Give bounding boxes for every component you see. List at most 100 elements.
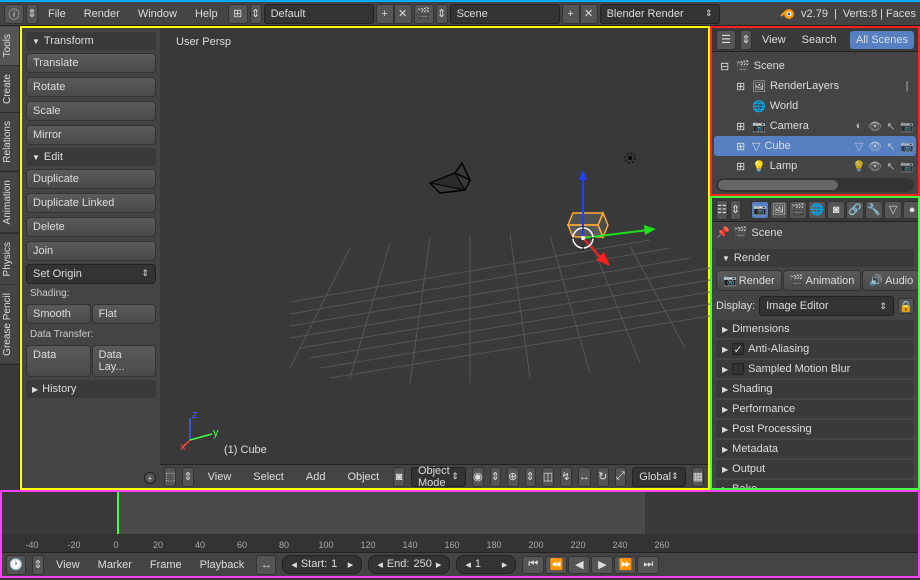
restrict-icon[interactable]: ▽ xyxy=(852,140,866,153)
rotate-button[interactable]: Rotate xyxy=(26,77,156,97)
orientation-selector[interactable]: Global⇕ xyxy=(632,467,685,487)
tree-row[interactable]: 🌐World xyxy=(714,96,916,116)
tl-menu-view[interactable]: View xyxy=(50,556,86,574)
layout-icon[interactable]: ⊞ xyxy=(228,4,248,24)
panel-metadata[interactable]: Metadata xyxy=(716,440,914,458)
restrict-icon[interactable]: 📷 xyxy=(900,140,914,153)
render-button[interactable]: 📷Render xyxy=(716,270,782,291)
smooth-button[interactable]: Smooth xyxy=(26,304,91,324)
panel-collapse-icon[interactable]: + xyxy=(144,472,156,484)
prop-tab-scene-icon[interactable]: 🎬 xyxy=(789,201,807,219)
expand-icon[interactable]: ⊞ xyxy=(736,120,748,133)
tab-animation[interactable]: Animation xyxy=(0,172,19,233)
menu-render[interactable]: Render xyxy=(76,4,128,24)
restrict-icon[interactable]: ↖ xyxy=(884,140,898,153)
restrict-icon[interactable]: 📷 xyxy=(900,160,914,173)
lock-icon[interactable]: 🔒 xyxy=(898,298,914,314)
tab-relations[interactable]: Relations xyxy=(0,113,19,172)
panel-dimensions[interactable]: Dimensions xyxy=(716,320,914,338)
expand-icon[interactable]: ⊞ xyxy=(736,140,748,153)
translate-button[interactable]: Translate xyxy=(26,53,156,73)
tree-row[interactable]: ⊟🎬Scene xyxy=(714,56,916,76)
vp-menu-view[interactable]: View xyxy=(200,468,240,486)
checkbox[interactable] xyxy=(732,363,744,375)
panel-shading[interactable]: Shading xyxy=(716,380,914,398)
panel-history[interactable]: History xyxy=(26,380,156,398)
delete-button[interactable]: Delete xyxy=(26,217,156,237)
set-origin-select[interactable]: Set Origin xyxy=(26,264,156,284)
tab-create[interactable]: Create xyxy=(0,66,19,113)
crumb-scene[interactable]: Scene xyxy=(751,227,782,239)
timeline-track[interactable]: -40-200204060801001201401601802002202402… xyxy=(2,492,918,552)
keyframe-next-icon[interactable]: ⏩ xyxy=(614,556,636,574)
expand-icon[interactable]: ⇕ xyxy=(26,4,38,24)
panel-post-processing[interactable]: Post Processing xyxy=(716,420,914,438)
prop-tab-layers-icon[interactable]: 🖼 xyxy=(770,201,788,219)
expand-icon[interactable]: ⇕ xyxy=(32,555,44,575)
scene-selector[interactable]: Scene xyxy=(450,4,560,24)
3d-viewport[interactable]: User Persp xyxy=(160,26,710,490)
add-layout-icon[interactable]: + xyxy=(376,4,394,24)
checkbox[interactable]: ✓ xyxy=(732,343,744,355)
menu-help[interactable]: Help xyxy=(187,4,226,24)
panel-output[interactable]: Output xyxy=(716,460,914,478)
expand-icon[interactable]: ⊞ xyxy=(736,160,748,173)
pivot-expand-icon[interactable]: ⇕ xyxy=(525,467,536,487)
data-button[interactable]: Data xyxy=(26,345,91,377)
outliner-menu-search[interactable]: Search xyxy=(796,31,843,49)
shading-expand-icon[interactable]: ⇕ xyxy=(490,467,501,487)
restrict-icon[interactable]: 👁 xyxy=(868,120,882,133)
shading-icon[interactable]: ◉ xyxy=(472,467,484,487)
render-engine-selector[interactable]: Blender Render⇕ xyxy=(600,4,720,24)
expand-icon[interactable]: ⇕ xyxy=(740,30,752,50)
panel-edit[interactable]: Edit xyxy=(26,148,156,166)
editor-type-icon[interactable]: ⬚ xyxy=(164,467,176,487)
tree-row[interactable]: ⊞▽Cube▽👁↖📷 xyxy=(714,136,916,156)
layout-selector[interactable]: Default xyxy=(264,4,374,24)
tl-menu-marker[interactable]: Marker xyxy=(92,556,138,574)
play-icon[interactable]: ▶ xyxy=(591,556,613,574)
current-frame-field[interactable]: ◂1▸ xyxy=(456,555,516,574)
tree-row[interactable]: ⊞📷Camera◐👁↖📷 xyxy=(714,116,916,136)
outliner-menu-view[interactable]: View xyxy=(756,31,792,49)
panel-performance[interactable]: Performance xyxy=(716,400,914,418)
manip-translate-icon[interactable]: ↔ xyxy=(578,467,591,487)
expand-icon[interactable]: ⊞ xyxy=(736,80,748,93)
flat-button[interactable]: Flat xyxy=(92,304,157,324)
restrict-icon[interactable]: ↖ xyxy=(884,160,898,173)
remove-layout-icon[interactable]: ✕ xyxy=(394,4,412,24)
display-select[interactable]: Image Editor⇕ xyxy=(759,296,894,316)
mirror-button[interactable]: Mirror xyxy=(26,125,156,145)
playhead[interactable] xyxy=(117,492,119,534)
expand-icon[interactable]: ⊟ xyxy=(720,60,732,73)
expand-icon[interactable]: ⇕ xyxy=(182,467,193,487)
panel-bake[interactable]: Bake xyxy=(716,480,914,488)
restrict-icon[interactable]: 👁 xyxy=(868,140,882,153)
vp-menu-select[interactable]: Select xyxy=(245,468,292,486)
outliner-scrollbar[interactable] xyxy=(716,178,914,192)
editor-type-icon[interactable]: ☷ xyxy=(716,200,728,220)
manipulator-toggle-icon[interactable]: ↯ xyxy=(560,467,572,487)
tl-menu-frame[interactable]: Frame xyxy=(144,556,188,574)
tab-grease-pencil[interactable]: Grease Pencil xyxy=(0,285,19,365)
editor-type-icon[interactable]: ⓘ xyxy=(4,4,24,24)
tree-row[interactable]: ⊞🖼RenderLayers| xyxy=(714,76,916,96)
tl-menu-playback[interactable]: Playback xyxy=(194,556,251,574)
jump-start-icon[interactable]: ⏮ xyxy=(522,556,544,574)
editor-type-icon[interactable]: ☰ xyxy=(716,30,736,50)
outliner-tree[interactable]: ⊟🎬Scene⊞🖼RenderLayers|🌐World⊞📷Camera◐👁↖📷… xyxy=(712,52,918,176)
play-reverse-icon[interactable]: ◀ xyxy=(568,556,590,574)
prop-tab-render-icon[interactable]: 📷 xyxy=(751,201,769,219)
duplicate-linked-button[interactable]: Duplicate Linked xyxy=(26,193,156,213)
start-frame-field[interactable]: ◂Start:1▸ xyxy=(282,555,362,574)
add-scene-icon[interactable]: + xyxy=(562,4,580,24)
panel-sampled-motion-blur[interactable]: Sampled Motion Blur xyxy=(716,360,914,378)
pivot-icon[interactable]: ⊕ xyxy=(507,467,519,487)
menu-window[interactable]: Window xyxy=(130,4,185,24)
prop-tab-object-icon[interactable]: ◙ xyxy=(827,201,845,219)
vp-menu-object[interactable]: Object xyxy=(339,468,387,486)
animation-button[interactable]: 🎬Animation xyxy=(783,270,862,291)
restrict-icon[interactable]: 👁 xyxy=(868,160,882,173)
manip-scale-icon[interactable]: ⤢ xyxy=(615,467,627,487)
prop-tab-constraints-icon[interactable]: 🔗 xyxy=(846,201,864,219)
